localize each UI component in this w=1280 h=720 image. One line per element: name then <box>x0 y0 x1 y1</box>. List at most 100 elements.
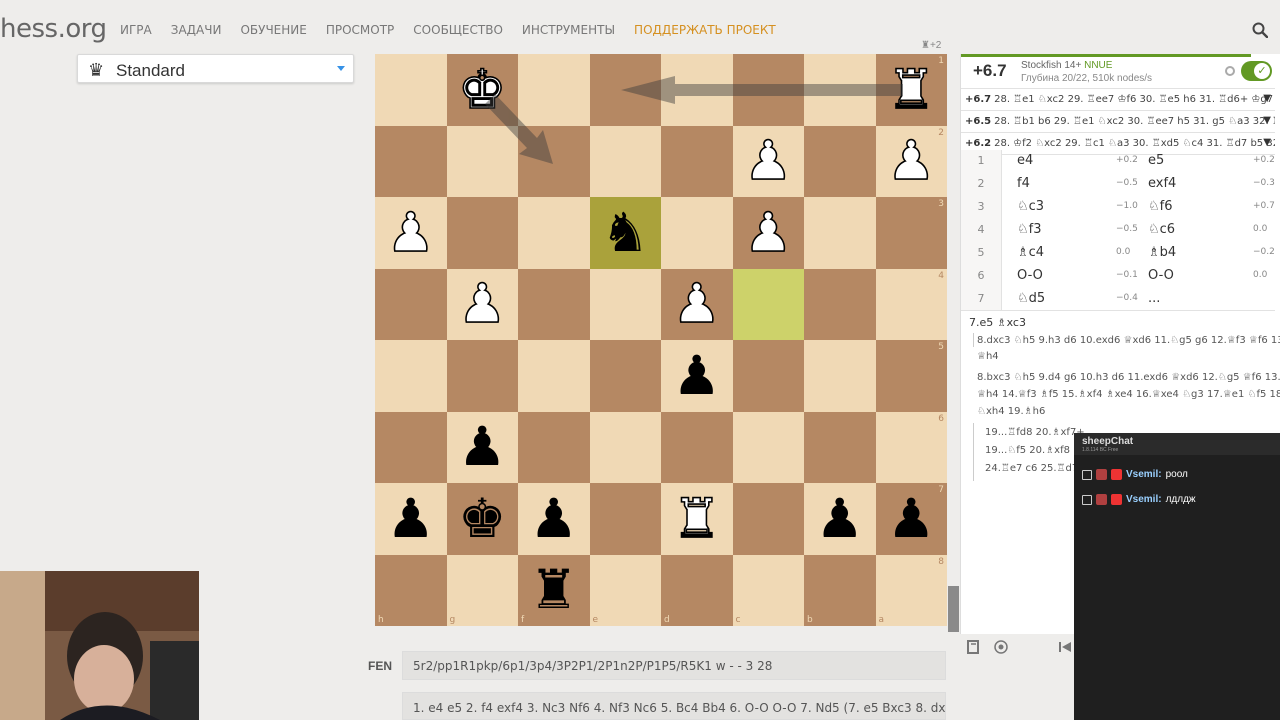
pv-line[interactable]: +6.7 28. ♖e1 ♘xc2 29. ♖ee7 ♔f6 30. ♖e5 h6… <box>961 89 1275 111</box>
board-square[interactable]: ♜ <box>661 483 733 555</box>
board-square[interactable]: ♞ <box>589 197 661 269</box>
board-square[interactable] <box>518 197 590 269</box>
board-square[interactable]: c <box>732 554 804 626</box>
board-square[interactable] <box>804 54 876 126</box>
board-square[interactable]: ♟ <box>375 197 447 269</box>
board-square[interactable] <box>375 125 447 197</box>
variation-line[interactable]: 19...♖fd8 20.♗xf7+ <box>985 427 1085 438</box>
board-square[interactable] <box>732 411 804 483</box>
board-square[interactable]: g <box>446 554 518 626</box>
board-square[interactable] <box>661 411 733 483</box>
variation-line[interactable]: ♘xh4 19.♗h6 <box>977 406 1045 417</box>
nav-item-watch[interactable]: ПРОСМОТР <box>326 23 394 37</box>
board-square[interactable]: ♟ <box>661 340 733 412</box>
variation-line[interactable]: ♕h4 <box>977 351 999 362</box>
site-logo[interactable]: hess.org <box>0 14 107 44</box>
board-square[interactable]: ♟ 2 <box>875 125 947 197</box>
board-square[interactable]: d <box>661 554 733 626</box>
book-icon[interactable] <box>966 640 980 654</box>
white-move[interactable]: ♗c4 <box>1017 245 1044 260</box>
white-rook-icon[interactable]: ♜ <box>886 61 936 117</box>
nav-item-support[interactable]: ПОДДЕРЖАТЬ ПРОЕКТ <box>634 23 776 37</box>
board-square[interactable] <box>518 340 590 412</box>
board-square[interactable] <box>804 197 876 269</box>
board-square[interactable] <box>375 54 447 126</box>
board-square[interactable] <box>446 197 518 269</box>
caret-down-icon[interactable]: ▼ <box>1263 137 1271 148</box>
black-move[interactable]: exf4 <box>1148 176 1176 191</box>
white-move[interactable]: O-O <box>1017 268 1043 283</box>
board-square[interactable]: ♟ <box>446 268 518 340</box>
board-square[interactable] <box>804 268 876 340</box>
board-square[interactable] <box>589 411 661 483</box>
nav-item-play[interactable]: ИГРА <box>120 23 152 37</box>
board-square[interactable] <box>661 197 733 269</box>
black-pawn-icon[interactable]: ♟ <box>387 491 435 546</box>
white-move[interactable]: ♘c3 <box>1017 199 1044 214</box>
board-square[interactable]: e <box>589 554 661 626</box>
engine-toggle[interactable]: ✓ <box>1241 61 1272 81</box>
black-knight-icon[interactable]: ♞ <box>601 205 649 260</box>
board-square[interactable]: ♟ <box>375 483 447 555</box>
board-square[interactable]: 6 <box>875 411 947 483</box>
board-square[interactable] <box>661 125 733 197</box>
white-rook-icon[interactable]: ♜ <box>672 490 722 546</box>
board-square[interactable]: ♟ 7 <box>875 483 947 555</box>
board-square[interactable]: b <box>804 554 876 626</box>
board-square[interactable] <box>589 125 661 197</box>
board-square[interactable]: ♟ <box>732 125 804 197</box>
board-square[interactable] <box>375 411 447 483</box>
board-square[interactable] <box>446 125 518 197</box>
board-square[interactable]: ♜ 1 <box>875 54 947 126</box>
pgn-textarea[interactable]: 1. e4 e5 2. f4 exf4 3. Nc3 Nf6 4. Nf3 Nc… <box>402 692 946 720</box>
black-move[interactable]: ♘f6 <box>1148 199 1173 214</box>
board-square[interactable]: ♜ f <box>518 554 590 626</box>
variation-line[interactable]: 24.♖e7 c6 25.♖d7 <box>985 463 1078 474</box>
board-square[interactable]: 5 <box>875 340 947 412</box>
board-square[interactable] <box>732 268 804 340</box>
white-pawn-icon[interactable]: ♟ <box>743 204 793 260</box>
board-square[interactable] <box>804 340 876 412</box>
board-square[interactable] <box>518 125 590 197</box>
variation-line[interactable]: 8.dxc3 ♘h5 9.h3 d6 10.exd6 ♕xd6 11.♘g5 g… <box>977 335 1280 346</box>
board-square[interactable] <box>518 411 590 483</box>
board-square[interactable] <box>375 268 447 340</box>
variant-select[interactable]: ♛ Standard <box>77 54 354 83</box>
tree-mainline[interactable]: 7.e5 ♗xc3 <box>969 316 1026 329</box>
white-pawn-icon[interactable]: ♟ <box>886 133 936 189</box>
board-square[interactable] <box>446 340 518 412</box>
white-pawn-icon[interactable]: ♟ <box>457 276 507 332</box>
nav-item-puzzles[interactable]: ЗАДАЧИ <box>171 23 222 37</box>
target-icon[interactable] <box>994 640 1008 654</box>
black-pawn-icon[interactable]: ♟ <box>816 491 864 546</box>
board-square[interactable] <box>732 483 804 555</box>
white-move[interactable]: e4 <box>1017 153 1033 168</box>
black-pawn-icon[interactable]: ♟ <box>887 491 935 546</box>
black-move[interactable]: O-O <box>1148 268 1174 283</box>
variation-line[interactable]: 19...♘f5 20.♗xf8 ♖x <box>985 445 1088 456</box>
board-square[interactable] <box>589 268 661 340</box>
variation-line[interactable]: ♕h4 14.♕f3 ♗f5 15.♗xf4 ♗xe4 16.♕xe4 ♘g3 … <box>977 389 1280 400</box>
white-move[interactable]: ♘d5 <box>1017 291 1045 306</box>
board-square[interactable] <box>732 340 804 412</box>
black-move[interactable]: ... <box>1148 291 1160 306</box>
board-square[interactable] <box>589 483 661 555</box>
black-king-icon[interactable]: ♚ <box>458 491 506 546</box>
caret-down-icon[interactable]: ▼ <box>1263 115 1271 126</box>
chess-board[interactable]: ♚ ♜ 1 ♟ ♟ 2 ♟ ♞ ♟ 3 ♟ ♟ 4 ♟ 5 ♟ 6 ♟ ♚ ♟ ♜ ♟ ♟ 7 h g ♜ f e d c b 8 a <box>375 54 947 626</box>
board-square[interactable] <box>375 340 447 412</box>
white-pawn-icon[interactable]: ♟ <box>386 204 436 260</box>
nav-item-learn[interactable]: ОБУЧЕНИЕ <box>240 23 306 37</box>
pv-line[interactable]: +6.5 28. ♖b1 b6 29. ♖e1 ♘xc2 30. ♖ee7 h5 … <box>961 111 1275 133</box>
variation-line[interactable]: 8.bxc3 ♘h5 9.d4 g6 10.h3 d6 11.exd6 ♕xd6… <box>977 372 1280 383</box>
black-pawn-icon[interactable]: ♟ <box>530 491 578 546</box>
board-square[interactable]: ♚ <box>446 483 518 555</box>
board-square[interactable]: ♚ <box>446 54 518 126</box>
white-king-icon[interactable]: ♚ <box>457 61 507 117</box>
board-square[interactable]: ♟ <box>518 483 590 555</box>
search-icon[interactable] <box>1252 22 1268 38</box>
board-square[interactable]: ♟ <box>446 411 518 483</box>
black-rook-icon[interactable]: ♜ <box>530 563 578 617</box>
board-square[interactable] <box>589 340 661 412</box>
nav-item-tools[interactable]: ИНСТРУМЕНТЫ <box>522 23 615 37</box>
